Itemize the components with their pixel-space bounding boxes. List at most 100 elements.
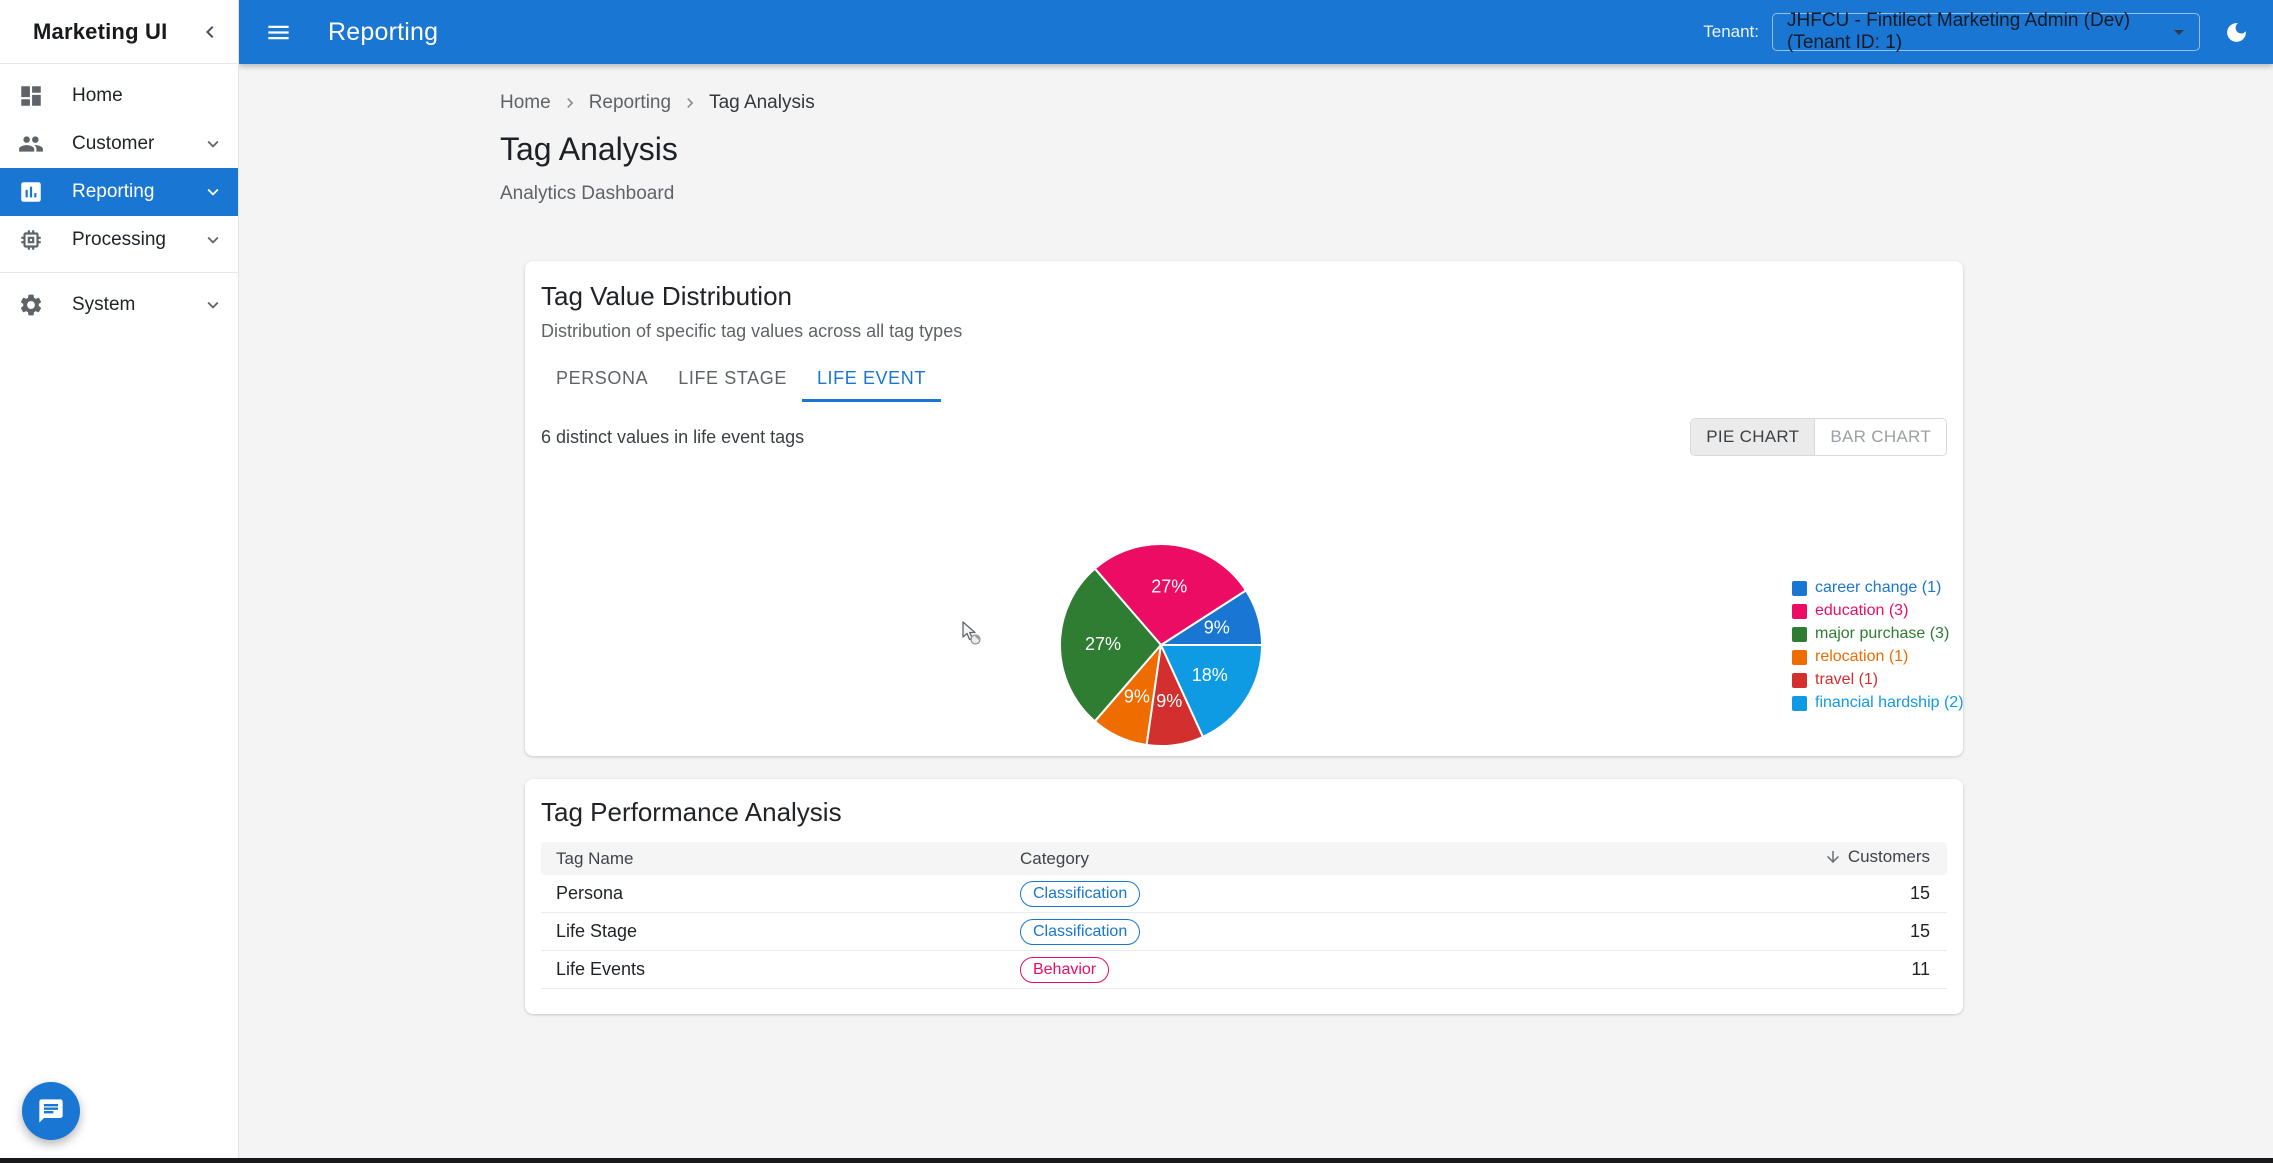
cell-category: Behavior bbox=[1005, 951, 1624, 989]
chevron-down-icon bbox=[202, 133, 224, 155]
chevron-down-icon bbox=[202, 294, 224, 316]
sidebar-item-customer[interactable]: Customer bbox=[0, 120, 238, 168]
appbar-title: Reporting bbox=[328, 18, 438, 47]
appbar-right: Tenant: JHFCU - Fintilect Marketing Admi… bbox=[1703, 13, 2249, 51]
legend-item: major purchase (3) bbox=[1792, 626, 1964, 642]
menu-button[interactable] bbox=[265, 19, 292, 46]
tenant-select[interactable]: JHFCU - Fintilect Marketing Admin (Dev) … bbox=[1772, 13, 2200, 51]
tab-life-event[interactable]: LIFE EVENT bbox=[802, 354, 941, 402]
breadcrumb-home[interactable]: Home bbox=[500, 92, 551, 114]
legend-label: travel (1) bbox=[1815, 672, 1878, 688]
chat-fab-button[interactable] bbox=[22, 1082, 80, 1140]
chevron-down-icon bbox=[202, 229, 224, 251]
cell-tag-name: Persona bbox=[541, 875, 1005, 913]
table-row: Life Stage Classification 15 bbox=[541, 913, 1947, 951]
page-title: Tag Analysis bbox=[500, 131, 1988, 168]
chevron-left-icon bbox=[198, 20, 222, 44]
sidebar-item-processing[interactable]: Processing bbox=[0, 216, 238, 264]
legend-label: education (3) bbox=[1815, 603, 1908, 619]
sidebar-item-reporting[interactable]: Reporting bbox=[0, 168, 238, 216]
card-subtitle: Distribution of specific tag values acro… bbox=[541, 320, 1947, 342]
sidebar-item-label: Customer bbox=[72, 133, 154, 155]
tag-performance-analysis-card: Tag Performance Analysis Tag Name Catego… bbox=[525, 779, 1963, 1014]
chart-area: 9%27%27%9%9%18% career change (1) educat… bbox=[541, 458, 1947, 754]
distinct-values-summary: 6 distinct values in life event tags bbox=[541, 427, 804, 448]
legend-item: travel (1) bbox=[1792, 672, 1964, 688]
dark-mode-toggle[interactable] bbox=[2224, 20, 2249, 45]
table-row: Life Events Behavior 11 bbox=[541, 951, 1947, 989]
column-header-customers[interactable]: Customers bbox=[1624, 842, 1947, 875]
page-subtitle: Analytics Dashboard bbox=[500, 183, 1988, 205]
bar-chart-toggle-button[interactable]: BAR CHART bbox=[1814, 419, 1946, 455]
moon-icon bbox=[2224, 20, 2249, 45]
cell-customers: 15 bbox=[1624, 913, 1947, 951]
pie-slice-label: 27% bbox=[1085, 634, 1121, 654]
category-chip: Behavior bbox=[1020, 957, 1109, 983]
legend-swatch bbox=[1792, 627, 1807, 642]
column-header-category[interactable]: Category bbox=[1005, 842, 1624, 875]
legend-item: career change (1) bbox=[1792, 580, 1964, 596]
breadcrumb-current: Tag Analysis bbox=[709, 92, 815, 114]
legend-swatch bbox=[1792, 696, 1807, 711]
column-header-label: Customers bbox=[1848, 847, 1930, 867]
chat-icon bbox=[37, 1097, 65, 1125]
legend-label: financial hardship (2) bbox=[1815, 695, 1964, 711]
bottom-taskbar-edge bbox=[0, 1158, 2273, 1163]
pie-chart-toggle-button[interactable]: PIE CHART bbox=[1691, 419, 1814, 455]
brand-name: Marketing UI bbox=[33, 19, 198, 45]
sidebar-item-label: Processing bbox=[72, 229, 166, 251]
sidebar-brand: Marketing UI bbox=[0, 0, 238, 64]
system-icon bbox=[18, 292, 44, 318]
pie-chart: 9%27%27%9%9%18% bbox=[1056, 540, 1266, 750]
cell-category: Classification bbox=[1005, 875, 1624, 913]
chart-type-toggle: PIE CHART BAR CHART bbox=[1690, 418, 1947, 456]
tenant-select-value: JHFCU - Fintilect Marketing Admin (Dev) … bbox=[1787, 10, 2167, 54]
menu-icon bbox=[265, 19, 292, 46]
table-header-row: Tag Name Category Customers bbox=[541, 842, 1947, 875]
chevron-right-icon bbox=[560, 93, 580, 113]
cell-customers: 15 bbox=[1624, 875, 1947, 913]
tag-performance-table: Tag Name Category Customers bbox=[541, 842, 1947, 989]
cell-customers: 11 bbox=[1624, 951, 1947, 989]
table-row: Persona Classification 15 bbox=[541, 875, 1947, 913]
reporting-icon bbox=[18, 179, 44, 205]
cell-tag-name: Life Stage bbox=[541, 913, 1005, 951]
tab-life-stage[interactable]: LIFE STAGE bbox=[663, 354, 802, 402]
cell-tag-name: Life Events bbox=[541, 951, 1005, 989]
sidebar-item-home[interactable]: Home bbox=[0, 72, 238, 120]
sidebar-item-label: System bbox=[72, 294, 135, 316]
card-title: Tag Performance Analysis bbox=[541, 797, 1947, 827]
caret-down-icon bbox=[2167, 20, 2191, 44]
chart-legend: career change (1) education (3) major pu… bbox=[1792, 580, 1964, 711]
sidebar-nav: Home Customer Reporting Processing bbox=[0, 64, 238, 329]
column-header-tag-name[interactable]: Tag Name bbox=[541, 842, 1005, 875]
sort-descending-icon bbox=[1824, 848, 1842, 866]
category-chip: Classification bbox=[1020, 881, 1140, 907]
sidebar-divider bbox=[0, 272, 238, 273]
pie-slice-label: 9% bbox=[1204, 617, 1230, 637]
legend-item: education (3) bbox=[1792, 603, 1964, 619]
sidebar-collapse-button[interactable] bbox=[198, 20, 222, 44]
pie-slice-label: 27% bbox=[1151, 576, 1187, 596]
tag-type-tabs: PERSONA LIFE STAGE LIFE EVENT bbox=[541, 354, 1947, 402]
pie-slice-label: 9% bbox=[1124, 687, 1150, 707]
tag-value-distribution-card: Tag Value Distribution Distribution of s… bbox=[525, 261, 1963, 756]
processing-icon bbox=[18, 227, 44, 253]
breadcrumb-reporting[interactable]: Reporting bbox=[589, 92, 671, 114]
legend-label: career change (1) bbox=[1815, 580, 1941, 596]
legend-swatch bbox=[1792, 604, 1807, 619]
sidebar: Marketing UI Home Customer bbox=[0, 0, 239, 1163]
breadcrumb: Home Reporting Tag Analysis bbox=[500, 92, 1988, 114]
legend-item: financial hardship (2) bbox=[1792, 695, 1964, 711]
tab-persona[interactable]: PERSONA bbox=[541, 354, 663, 402]
legend-label: relocation (1) bbox=[1815, 649, 1908, 665]
legend-swatch bbox=[1792, 650, 1807, 665]
sidebar-item-system[interactable]: System bbox=[0, 281, 238, 329]
cell-category: Classification bbox=[1005, 913, 1624, 951]
chevron-right-icon bbox=[680, 93, 700, 113]
card-title: Tag Value Distribution bbox=[541, 281, 1947, 311]
main-content: Home Reporting Tag Analysis Tag Analysis… bbox=[239, 64, 2273, 1163]
legend-swatch bbox=[1792, 581, 1807, 596]
customer-icon bbox=[18, 131, 44, 157]
category-chip: Classification bbox=[1020, 919, 1140, 945]
